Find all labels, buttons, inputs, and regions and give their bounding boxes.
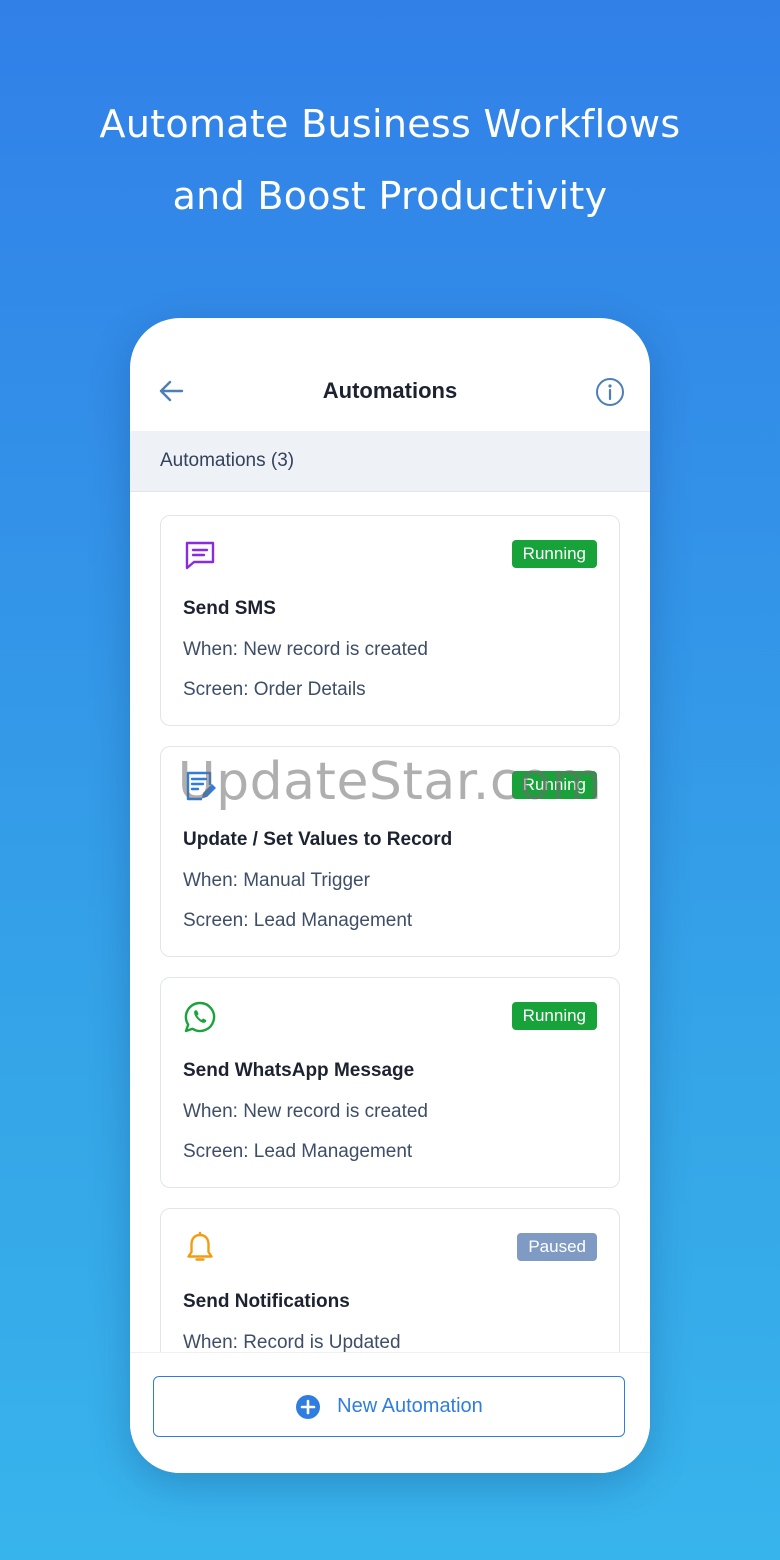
status-badge: Running bbox=[511, 1002, 597, 1030]
page-title: Automations bbox=[322, 378, 458, 403]
status-badge: Running bbox=[511, 540, 597, 568]
automation-card[interactable]: Running Send SMS When: New record is cre… bbox=[160, 515, 620, 726]
edit-record-icon bbox=[183, 769, 217, 803]
bell-icon bbox=[183, 1231, 217, 1265]
headline-line-1: Automate Business Workflows bbox=[99, 102, 681, 146]
footer-bar: New Automation bbox=[130, 1352, 650, 1473]
info-icon bbox=[596, 378, 624, 406]
automation-screen: Screen: Order Details bbox=[183, 679, 366, 700]
new-automation-label: New Automation bbox=[337, 1395, 483, 1417]
automation-card[interactable]: Running Update / Set Values to Record Wh… bbox=[160, 746, 620, 957]
automation-screen: Screen: Lead Management bbox=[183, 910, 413, 931]
section-header: Automations (3) bbox=[130, 431, 650, 492]
headline: Automate Business Workflows and Boost Pr… bbox=[0, 88, 780, 232]
automation-list: Running Send SMS When: New record is cre… bbox=[130, 492, 650, 1352]
headline-line-2: and Boost Productivity bbox=[172, 174, 608, 218]
message-icon bbox=[183, 538, 217, 572]
automation-title: Send SMS bbox=[183, 598, 276, 619]
automation-title: Update / Set Values to Record bbox=[183, 829, 453, 850]
phone-frame: Automations Automations (3) Running Send… bbox=[130, 318, 650, 1473]
automation-trigger: When: New record is created bbox=[183, 1101, 428, 1122]
status-badge: Paused bbox=[517, 1233, 597, 1261]
info-button[interactable] bbox=[594, 376, 626, 408]
automation-card[interactable]: Paused Send Notifications When: Record i… bbox=[160, 1208, 620, 1352]
automation-title: Send Notifications bbox=[183, 1291, 350, 1312]
automation-trigger: When: Record is Updated bbox=[183, 1332, 401, 1352]
status-badge: Running bbox=[511, 771, 597, 799]
new-automation-button[interactable]: New Automation bbox=[153, 1376, 625, 1437]
automation-trigger: When: New record is created bbox=[183, 639, 428, 660]
whatsapp-icon bbox=[183, 1000, 217, 1034]
section-header-label: Automations (3) bbox=[160, 450, 295, 471]
app-bar: Automations bbox=[130, 318, 650, 431]
plus-circle-icon bbox=[296, 1394, 321, 1419]
automation-title: Send WhatsApp Message bbox=[183, 1060, 415, 1081]
automation-trigger: When: Manual Trigger bbox=[183, 870, 370, 891]
automation-card[interactable]: Running Send WhatsApp Message When: New … bbox=[160, 977, 620, 1188]
automation-screen: Screen: Lead Management bbox=[183, 1141, 413, 1162]
